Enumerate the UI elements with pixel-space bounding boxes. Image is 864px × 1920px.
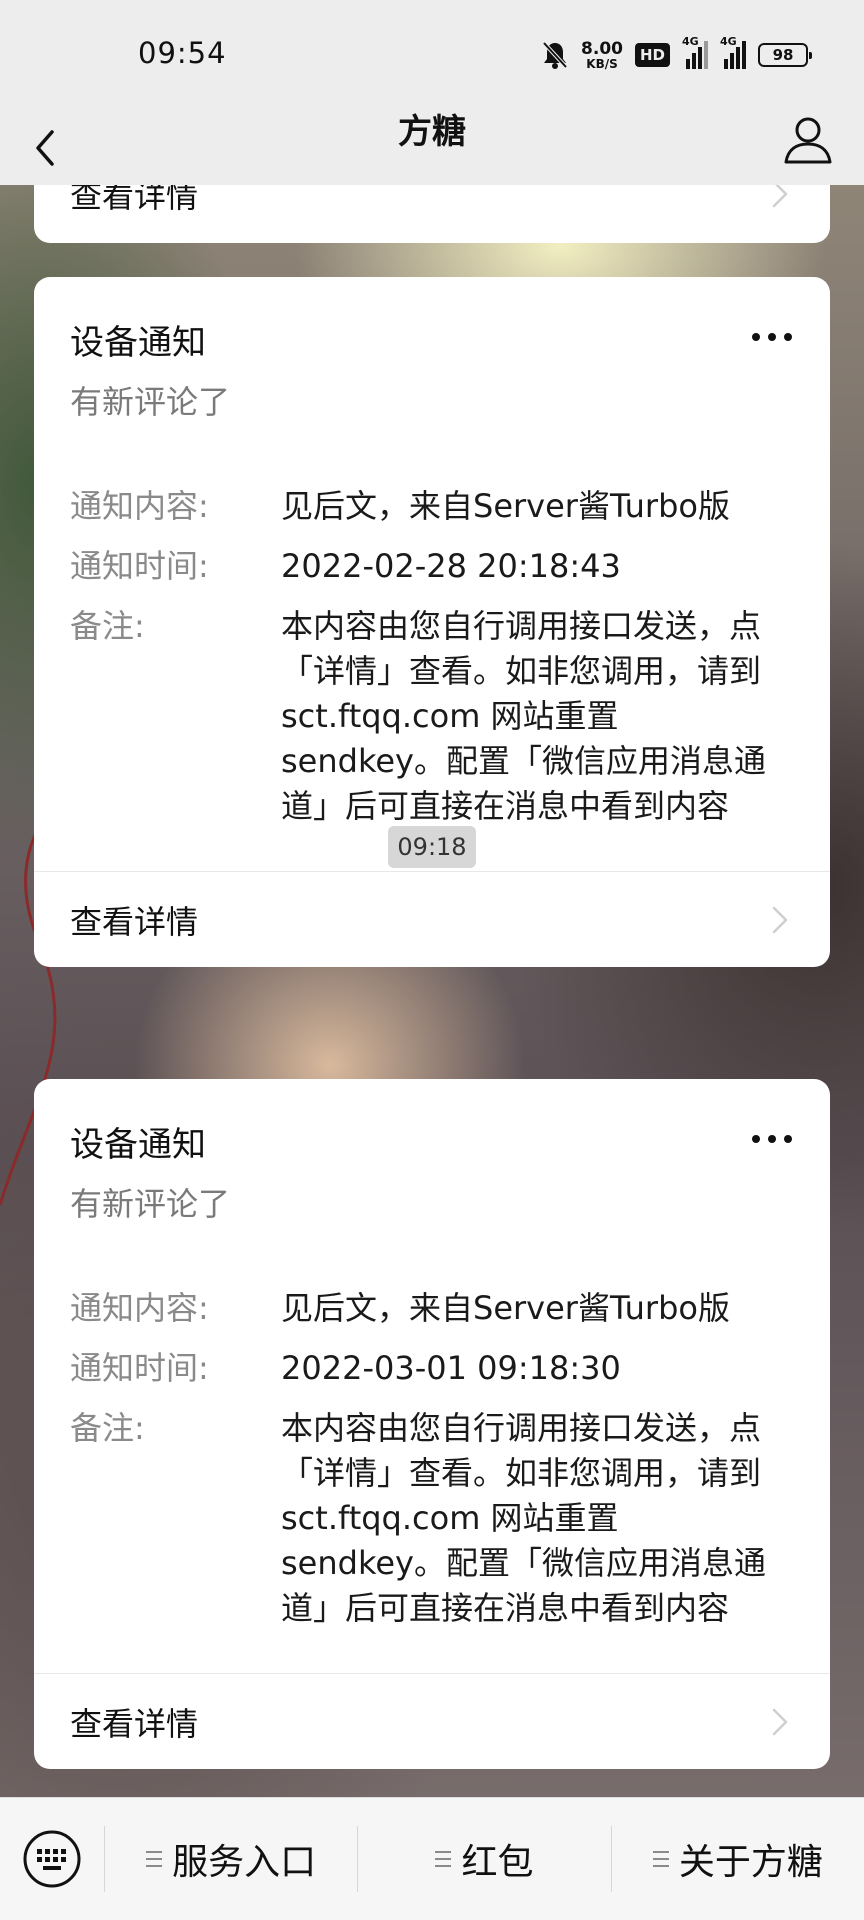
field-value: 2022-03-01 09:18:30 [281,1349,621,1387]
keyboard-icon [23,1830,81,1888]
menu-item-label: 服务入口 [172,1842,317,1883]
chevron-right-icon [772,185,788,208]
card-subtitle: 有新评论了 [70,383,231,421]
message-card: 设备通知 有新评论了 通知内容: 见后文，来自Server酱Turbo版 通知时… [34,1079,830,1769]
menu-lines-icon [146,1851,163,1867]
status-time: 09:54 [138,36,227,70]
more-icon[interactable] [752,1135,792,1143]
signal-type-1: 4G [682,35,699,48]
field-row: 通知内容: 见后文，来自Server酱Turbo版 [70,484,790,529]
mute-bell-icon [542,41,568,69]
field-value: 本内容由您自行调用接口发送，点「详情」查看。如非您调用，请到 sct.ftqq.… [281,607,766,825]
field-value: 见后文，来自Server酱Turbo版 [281,1289,730,1327]
view-details-row[interactable]: 查看详情 [34,1674,830,1769]
view-details-label: 查看详情 [70,903,199,941]
message-card-partial: 查看详情 [34,185,830,243]
field-key: 通知内容: [70,1289,209,1327]
card-subtitle: 有新评论了 [70,1185,231,1223]
card-title: 设备通知 [70,1125,206,1165]
card-title: 设备通知 [70,323,206,363]
field-value: 见后文，来自Server酱Turbo版 [281,487,730,525]
field-value: 2022-02-28 20:18:43 [281,547,621,585]
chevron-right-icon [772,906,788,934]
net-speed-unit: KB/S [586,56,618,71]
field-value: 本内容由您自行调用接口发送，点「详情」查看。如非您调用，请到 sct.ftqq.… [281,1409,766,1627]
menu-item-label: 关于方糖 [678,1842,823,1883]
menu-item-label: 红包 [461,1842,534,1883]
person-icon[interactable] [780,112,836,168]
status-bar: 09:54 8.00 KB/S HD 4G 4G 98 [0,0,864,110]
field-row: 通知时间: 2022-02-28 20:18:43 [70,544,790,589]
field-key: 备注: [70,607,145,645]
net-speed: 8.00 KB/S [581,38,623,71]
menu-item-about[interactable]: 关于方糖 [612,1798,864,1920]
bottom-menu: 服务入口 红包 关于方糖 [0,1797,864,1920]
battery-icon: 98 [758,43,812,67]
field-key: 通知时间: [70,547,209,585]
signal-icon: 4G [720,35,746,69]
menu-lines-icon [435,1851,452,1867]
field-key: 备注: [70,1409,145,1447]
field-row: 通知时间: 2022-03-01 09:18:30 [70,1346,790,1391]
menu-item-red-packet[interactable]: 红包 [358,1798,610,1920]
message-timestamp: 09:18 [388,826,476,868]
more-icon[interactable] [752,333,792,341]
field-key: 通知内容: [70,487,209,525]
signal-type-2: 4G [720,35,737,48]
status-icons: 8.00 KB/S HD 4G 4G 98 [541,35,812,72]
field-row: 备注: 本内容由您自行调用接口发送，点「详情」查看。如非您调用，请到 sct.f… [70,1406,790,1631]
chevron-right-icon [772,1708,788,1736]
view-details-row[interactable]: 查看详情 [34,872,830,967]
net-speed-value: 8.00 [581,38,623,59]
chat-area[interactable]: 查看详情 设备通知 有新评论了 通知内容: 见后文，来自Server酱Turbo… [0,185,864,1797]
field-row: 通知内容: 见后文，来自Server酱Turbo版 [70,1286,790,1331]
keyboard-toggle-button[interactable] [0,1798,104,1920]
field-row: 备注: 本内容由您自行调用接口发送，点「详情」查看。如非您调用，请到 sct.f… [70,604,790,829]
field-key: 通知时间: [70,1349,209,1387]
signal-icon: 4G [682,35,708,69]
view-details-row[interactable]: 查看详情 [34,185,830,243]
view-details-label: 查看详情 [70,185,199,215]
page-title: 方糖 [398,112,466,152]
menu-lines-icon [652,1851,669,1867]
view-details-label: 查看详情 [70,1705,199,1743]
hd-icon: HD [634,43,670,67]
nav-bar: 方糖 [0,110,864,185]
menu-item-service-entry[interactable]: 服务入口 [105,1798,357,1920]
battery-level: 98 [772,46,794,64]
